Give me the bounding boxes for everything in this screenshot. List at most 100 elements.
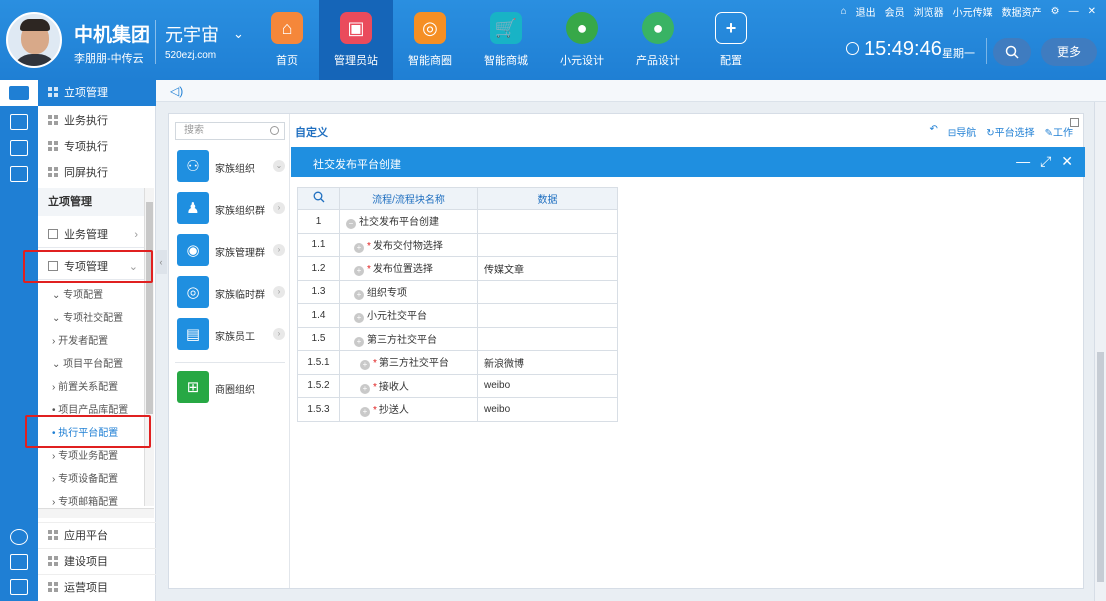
top-link-media[interactable]: 小元传媒 bbox=[953, 4, 993, 19]
gear-icon[interactable]: ⚙ bbox=[1051, 6, 1060, 17]
chevron-down-icon[interactable]: ⌄ bbox=[233, 26, 244, 42]
tree-sub-item[interactable]: › 开发者配置 bbox=[38, 330, 144, 353]
tree-sub-item[interactable]: › 前置关系配置 bbox=[38, 376, 144, 399]
tree-item[interactable]: 业务执行 bbox=[38, 108, 156, 134]
nav-admin-station[interactable]: ▣ 管理员站 bbox=[319, 0, 393, 80]
tree-item[interactable]: 应用平台 bbox=[38, 522, 156, 548]
table-row[interactable]: 1.1 + * 发布交付物选择 bbox=[297, 232, 618, 257]
minimize-icon[interactable]: — bbox=[1016, 153, 1030, 170]
minimize-icon[interactable]: — bbox=[1069, 6, 1079, 17]
collapse-circle-icon[interactable]: + bbox=[354, 266, 364, 277]
table-row[interactable]: 1.5.1 + * 第三方社交平台 新浪微博 bbox=[297, 350, 618, 375]
nav-xiaoyuan-design[interactable]: ● 小元设计 bbox=[545, 0, 619, 80]
user-icon[interactable]: ⌂ bbox=[841, 6, 847, 17]
family-item[interactable]: ◎ 家族临时群 › bbox=[175, 276, 287, 310]
row-name-cell[interactable]: + 第三方社交平台 bbox=[339, 326, 478, 351]
row-data[interactable]: 新浪微博 bbox=[477, 350, 618, 375]
family-item[interactable]: ▤ 家族员工 › bbox=[175, 318, 287, 352]
row-data[interactable] bbox=[477, 326, 618, 351]
collapse-handle[interactable]: ‹ bbox=[155, 250, 167, 274]
row-data[interactable]: weibo bbox=[477, 373, 618, 398]
family-search-input[interactable]: 搜索 bbox=[175, 122, 285, 140]
settings-box-icon[interactable] bbox=[10, 579, 28, 595]
tree-horizontal-scrollbar[interactable] bbox=[38, 508, 154, 518]
close-icon[interactable]: ✕ bbox=[1061, 153, 1073, 170]
nav-smart-circle[interactable]: ◎ 智能商圈 bbox=[393, 0, 467, 80]
top-link-browser[interactable]: 浏览器 bbox=[914, 4, 944, 19]
tree-item[interactable]: 建设项目 bbox=[38, 548, 156, 574]
family-item[interactable]: ◉ 家族管理群 › bbox=[175, 234, 287, 268]
tree-sub-item[interactable]: ⌄ 项目平台配置 bbox=[38, 353, 144, 376]
collapse-circle-icon[interactable]: − bbox=[346, 219, 356, 230]
speaker-icon[interactable]: ◁) bbox=[170, 84, 183, 98]
search-button[interactable] bbox=[993, 38, 1031, 66]
screen-icon[interactable] bbox=[10, 166, 28, 182]
link-navigation[interactable]: ⊟导航 bbox=[948, 124, 976, 139]
restore-icon[interactable] bbox=[1070, 118, 1079, 127]
row-name-cell[interactable]: + * 发布位置选择 bbox=[339, 256, 478, 281]
collapse-circle-icon[interactable]: + bbox=[354, 289, 364, 300]
nav-product-design[interactable]: ● 产品设计 bbox=[621, 0, 695, 80]
tree-scrollbar[interactable] bbox=[144, 188, 154, 506]
table-row[interactable]: 1.5 + 第三方社交平台 bbox=[297, 326, 618, 351]
nav-home[interactable]: ⌂ 首页 bbox=[250, 0, 324, 80]
tree-item[interactable]: 专项执行 bbox=[38, 134, 156, 160]
collapse-circle-icon[interactable]: + bbox=[354, 336, 364, 347]
tree-group-business[interactable]: 业务管理 › bbox=[38, 222, 144, 248]
main-scrollbar[interactable] bbox=[1094, 102, 1106, 601]
table-row[interactable]: 1.5.2 + * 接收人 weibo bbox=[297, 373, 618, 398]
row-name-cell[interactable]: + * 抄送人 bbox=[339, 397, 478, 422]
row-data[interactable]: 传媒文章 bbox=[477, 256, 618, 281]
tree-sub-item[interactable]: ⌄ 专项配置 bbox=[38, 284, 144, 307]
row-data[interactable] bbox=[477, 279, 618, 304]
nav-smart-mall[interactable]: 🛒 智能商城 bbox=[469, 0, 543, 80]
row-name-cell[interactable]: − 社交发布平台创建 bbox=[339, 209, 478, 234]
top-link-data-assets[interactable]: 数据资产 bbox=[1002, 4, 1042, 19]
tree-sub-item[interactable]: ⌄ 专项社交配置 bbox=[38, 307, 144, 330]
tree-head[interactable]: 立项管理 bbox=[38, 80, 156, 106]
row-data[interactable] bbox=[477, 303, 618, 328]
link-work[interactable]: ✎工作 bbox=[1045, 124, 1073, 139]
table-row[interactable]: 1.2 + * 发布位置选择 传媒文章 bbox=[297, 256, 618, 281]
table-search-header[interactable] bbox=[297, 187, 340, 210]
scroll-thumb[interactable] bbox=[146, 202, 153, 414]
document-icon[interactable] bbox=[10, 114, 28, 130]
back-icon[interactable]: ↶ bbox=[929, 124, 937, 139]
monitor-icon[interactable] bbox=[10, 140, 28, 156]
collapse-circle-icon[interactable]: + bbox=[360, 407, 370, 418]
tree-item[interactable]: 同屏执行 bbox=[38, 160, 156, 186]
top-link-member[interactable]: 会员 bbox=[885, 4, 905, 19]
row-data[interactable]: weibo bbox=[477, 397, 618, 422]
user-avatar[interactable] bbox=[6, 12, 62, 68]
tree-sub-item[interactable]: › 专项业务配置 bbox=[38, 445, 144, 468]
table-row[interactable]: 1.3 + 组织专项 bbox=[297, 279, 618, 304]
row-data[interactable] bbox=[477, 232, 618, 257]
server-icon[interactable] bbox=[10, 554, 28, 570]
more-button[interactable]: 更多 bbox=[1041, 38, 1097, 66]
scroll-thumb[interactable] bbox=[1097, 352, 1104, 582]
row-name-cell[interactable]: + 小元社交平台 bbox=[339, 303, 478, 328]
tree-item[interactable]: 运营项目 bbox=[38, 574, 156, 600]
row-name-cell[interactable]: + * 第三方社交平台 bbox=[339, 350, 478, 375]
maximize-icon[interactable]: ⤢ bbox=[1040, 153, 1051, 170]
table-row[interactable]: 1− 社交发布平台创建 bbox=[297, 209, 618, 234]
table-row[interactable]: 1.4 + 小元社交平台 bbox=[297, 303, 618, 328]
row-name-cell[interactable]: + 组织专项 bbox=[339, 279, 478, 304]
rail-project-button[interactable] bbox=[0, 80, 38, 106]
family-item[interactable]: ♟ 家族组织群 › bbox=[175, 192, 287, 226]
family-item[interactable]: ⊞ 商圈组织 bbox=[175, 371, 287, 405]
cube-icon[interactable] bbox=[10, 529, 28, 545]
collapse-circle-icon[interactable]: + bbox=[360, 383, 370, 394]
row-name-cell[interactable]: + * 发布交付物选择 bbox=[339, 232, 478, 257]
collapse-circle-icon[interactable]: + bbox=[354, 242, 364, 253]
collapse-circle-icon[interactable]: + bbox=[354, 313, 364, 324]
collapse-circle-icon[interactable]: + bbox=[360, 360, 370, 371]
row-name-cell[interactable]: + * 接收人 bbox=[339, 373, 478, 398]
brand-selector[interactable]: 元宇宙 bbox=[165, 21, 219, 47]
nav-config[interactable]: + 配置 bbox=[694, 0, 768, 80]
close-icon[interactable]: ✕ bbox=[1088, 6, 1096, 17]
top-link-logout[interactable]: 退出 bbox=[856, 4, 876, 19]
row-data[interactable] bbox=[477, 209, 618, 234]
table-row[interactable]: 1.5.3 + * 抄送人 weibo bbox=[297, 397, 618, 422]
tree-sub-item[interactable]: › 专项设备配置 bbox=[38, 468, 144, 491]
